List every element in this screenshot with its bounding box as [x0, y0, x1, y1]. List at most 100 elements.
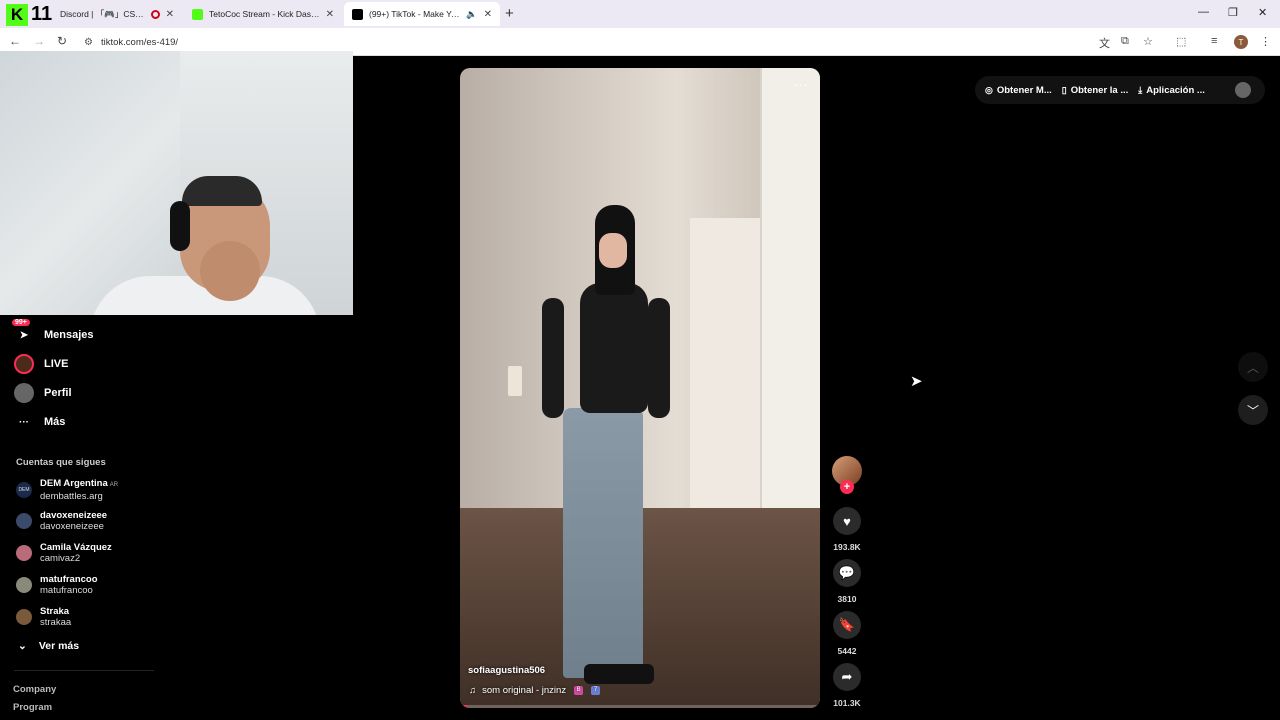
- address-bar[interactable]: ⚙ tiktok.com/es-419/: [84, 32, 1164, 52]
- account-username: davoxeneizeee: [40, 521, 104, 532]
- chevron-up-icon: ︿: [1246, 360, 1259, 375]
- tab-discord[interactable]: Discord | 「🎮」CS | THE ✕: [52, 2, 182, 26]
- video-music[interactable]: ♫ som original - jnzinz B7: [469, 685, 601, 696]
- like-button[interactable]: ♥: [833, 507, 861, 535]
- menu-icon[interactable]: ⋮: [1260, 35, 1271, 48]
- close-icon[interactable]: ✕: [484, 9, 492, 20]
- chevron-down-icon: ﹀: [1246, 403, 1259, 418]
- sidebar-item-label: Perfil: [44, 387, 72, 399]
- music-title: som original - jnzinz: [482, 685, 567, 696]
- account-username: dembattles.arg: [40, 491, 103, 502]
- extensions-icon[interactable]: ⬚: [1176, 35, 1186, 48]
- share-icon: ➦: [841, 669, 853, 684]
- install-app-icon[interactable]: ⧉: [1121, 35, 1129, 48]
- top-actions-bar: ◎ Obtener M... ▯ Obtener la ... ⤓ Aplica…: [975, 76, 1265, 104]
- account-username: strakaa: [40, 617, 72, 628]
- video-subject-shoes: [584, 664, 654, 684]
- follow-plus-icon[interactable]: +: [840, 480, 854, 494]
- bookmark-star-icon[interactable]: ☆: [1143, 35, 1153, 48]
- following-account[interactable]: Straka strakaa: [16, 606, 71, 628]
- restore-icon[interactable]: ❐: [1228, 6, 1238, 19]
- video-progress-bar[interactable]: [460, 705, 820, 708]
- following-account[interactable]: Camila Vázquez camivaz2: [16, 542, 112, 564]
- get-app-button[interactable]: ▯ Obtener la ...: [1062, 85, 1129, 96]
- following-account[interactable]: davoxeneizeee davoxeneizeee: [16, 510, 107, 532]
- desktop-app-label: Aplicación ...: [1146, 84, 1205, 96]
- following-account[interactable]: matufrancoo matufrancoo: [16, 574, 98, 596]
- close-icon[interactable]: ✕: [166, 9, 174, 20]
- video-subject-arm: [648, 298, 670, 418]
- bookmark-icon: 🔖: [838, 617, 856, 632]
- profile-avatar[interactable]: T: [1234, 35, 1248, 49]
- share-button[interactable]: ➦: [833, 663, 861, 691]
- sidebar-item-label: Más: [44, 416, 66, 428]
- save-button[interactable]: 🔖: [833, 611, 861, 639]
- comment-button[interactable]: 💬: [833, 559, 861, 587]
- url-text: tiktok.com/es-419/: [100, 36, 179, 48]
- following-title: Cuentas que sigues: [16, 457, 106, 468]
- minimize-icon[interactable]: —: [1198, 6, 1209, 18]
- account-name: Camila Vázquez: [40, 542, 112, 553]
- close-icon[interactable]: ✕: [326, 9, 334, 20]
- emoji-b-icon: B: [574, 686, 584, 695]
- webcam-overlay: [0, 51, 353, 315]
- back-icon[interactable]: ←: [9, 34, 21, 48]
- media-controls-icon[interactable]: ≡: [1211, 35, 1217, 47]
- sidebar-item-profile[interactable]: Perfil: [14, 383, 72, 403]
- following-account[interactable]: DEM DEM Argentina AR dembattles.arg: [16, 478, 118, 502]
- next-video-button[interactable]: ﹀: [1238, 395, 1268, 425]
- footer-link-company[interactable]: Company: [13, 684, 56, 695]
- tab-kick-dashboard[interactable]: TetoCoc Stream - Kick Dashboard ✕: [184, 2, 342, 26]
- window-close-icon[interactable]: ✕: [1258, 6, 1267, 19]
- streamer-hand: [200, 241, 260, 301]
- previous-video-button[interactable]: ︿: [1238, 352, 1268, 382]
- speaker-icon[interactable]: 🔈: [466, 9, 477, 20]
- account-avatar: [16, 513, 32, 529]
- video-author[interactable]: sofiaagustina506: [468, 665, 545, 676]
- translate-icon[interactable]: 文: [1099, 35, 1110, 51]
- tab-tiktok[interactable]: (99+) TikTok - Make Your Day 🔈 ✕: [344, 2, 500, 26]
- heart-icon: ♥: [843, 513, 851, 529]
- account-name: matufrancoo: [40, 574, 98, 585]
- kick-icon: K: [6, 3, 28, 26]
- get-coins-button[interactable]: ◎ Obtener M...: [985, 85, 1052, 96]
- kick-logo-overlay: K 11: [6, 2, 58, 27]
- account-name: DEM Argentina: [40, 478, 108, 489]
- forward-icon[interactable]: →: [33, 34, 45, 48]
- account-avatar: [16, 609, 32, 625]
- streamer-cap: [182, 176, 262, 206]
- see-more-button[interactable]: ⌄ Ver más: [18, 640, 79, 652]
- kick-favicon-icon: [192, 8, 203, 20]
- desktop-app-button[interactable]: ⤓ Aplicación ...: [1138, 85, 1205, 96]
- browser-tab-bar: K 11 Discord | 「🎮」CS | THE ✕ TetoCoc Str…: [0, 0, 1280, 28]
- sidebar-item-live[interactable]: LIVE: [14, 354, 68, 374]
- get-coins-label: Obtener M...: [996, 84, 1052, 96]
- video-player[interactable]: ··· sofiaagustina506 ♫ som original - jn…: [460, 68, 820, 708]
- account-name: Straka: [40, 606, 70, 617]
- comment-icon: 💬: [838, 565, 856, 580]
- reload-icon[interactable]: ↻: [57, 34, 67, 48]
- video-subject-face: [599, 233, 627, 268]
- video-subject-jeans: [563, 408, 643, 678]
- site-info-icon[interactable]: ⚙: [84, 37, 93, 48]
- tab-title: Discord | 「🎮」CS | THE: [60, 9, 145, 19]
- country-code: AR: [109, 482, 119, 488]
- tiktok-favicon-icon: [352, 8, 363, 20]
- sidebar-item-messages[interactable]: ➤ 99+ Mensajes: [12, 319, 94, 345]
- sidebar-item-more[interactable]: ··· Más: [14, 412, 65, 432]
- live-icon: [14, 354, 34, 374]
- download-icon: ⤓: [1138, 84, 1143, 95]
- account-avatar: DEM: [16, 482, 32, 498]
- phone-icon: ▯: [1061, 84, 1067, 95]
- share-count: 101.3K: [833, 698, 861, 708]
- account-name: davoxeneizeee: [40, 510, 108, 521]
- user-avatar[interactable]: [1235, 82, 1251, 98]
- profile-avatar-icon: [14, 383, 34, 403]
- video-scene-light-switch: [508, 366, 522, 396]
- see-more-label: Ver más: [38, 640, 80, 652]
- new-tab-button[interactable]: +: [505, 5, 514, 22]
- footer-link-program[interactable]: Program: [13, 702, 52, 713]
- more-options-icon[interactable]: ···: [794, 76, 808, 92]
- tab-title: (99+) TikTok - Make Your Day: [369, 9, 461, 19]
- coin-icon: ◎: [985, 84, 993, 95]
